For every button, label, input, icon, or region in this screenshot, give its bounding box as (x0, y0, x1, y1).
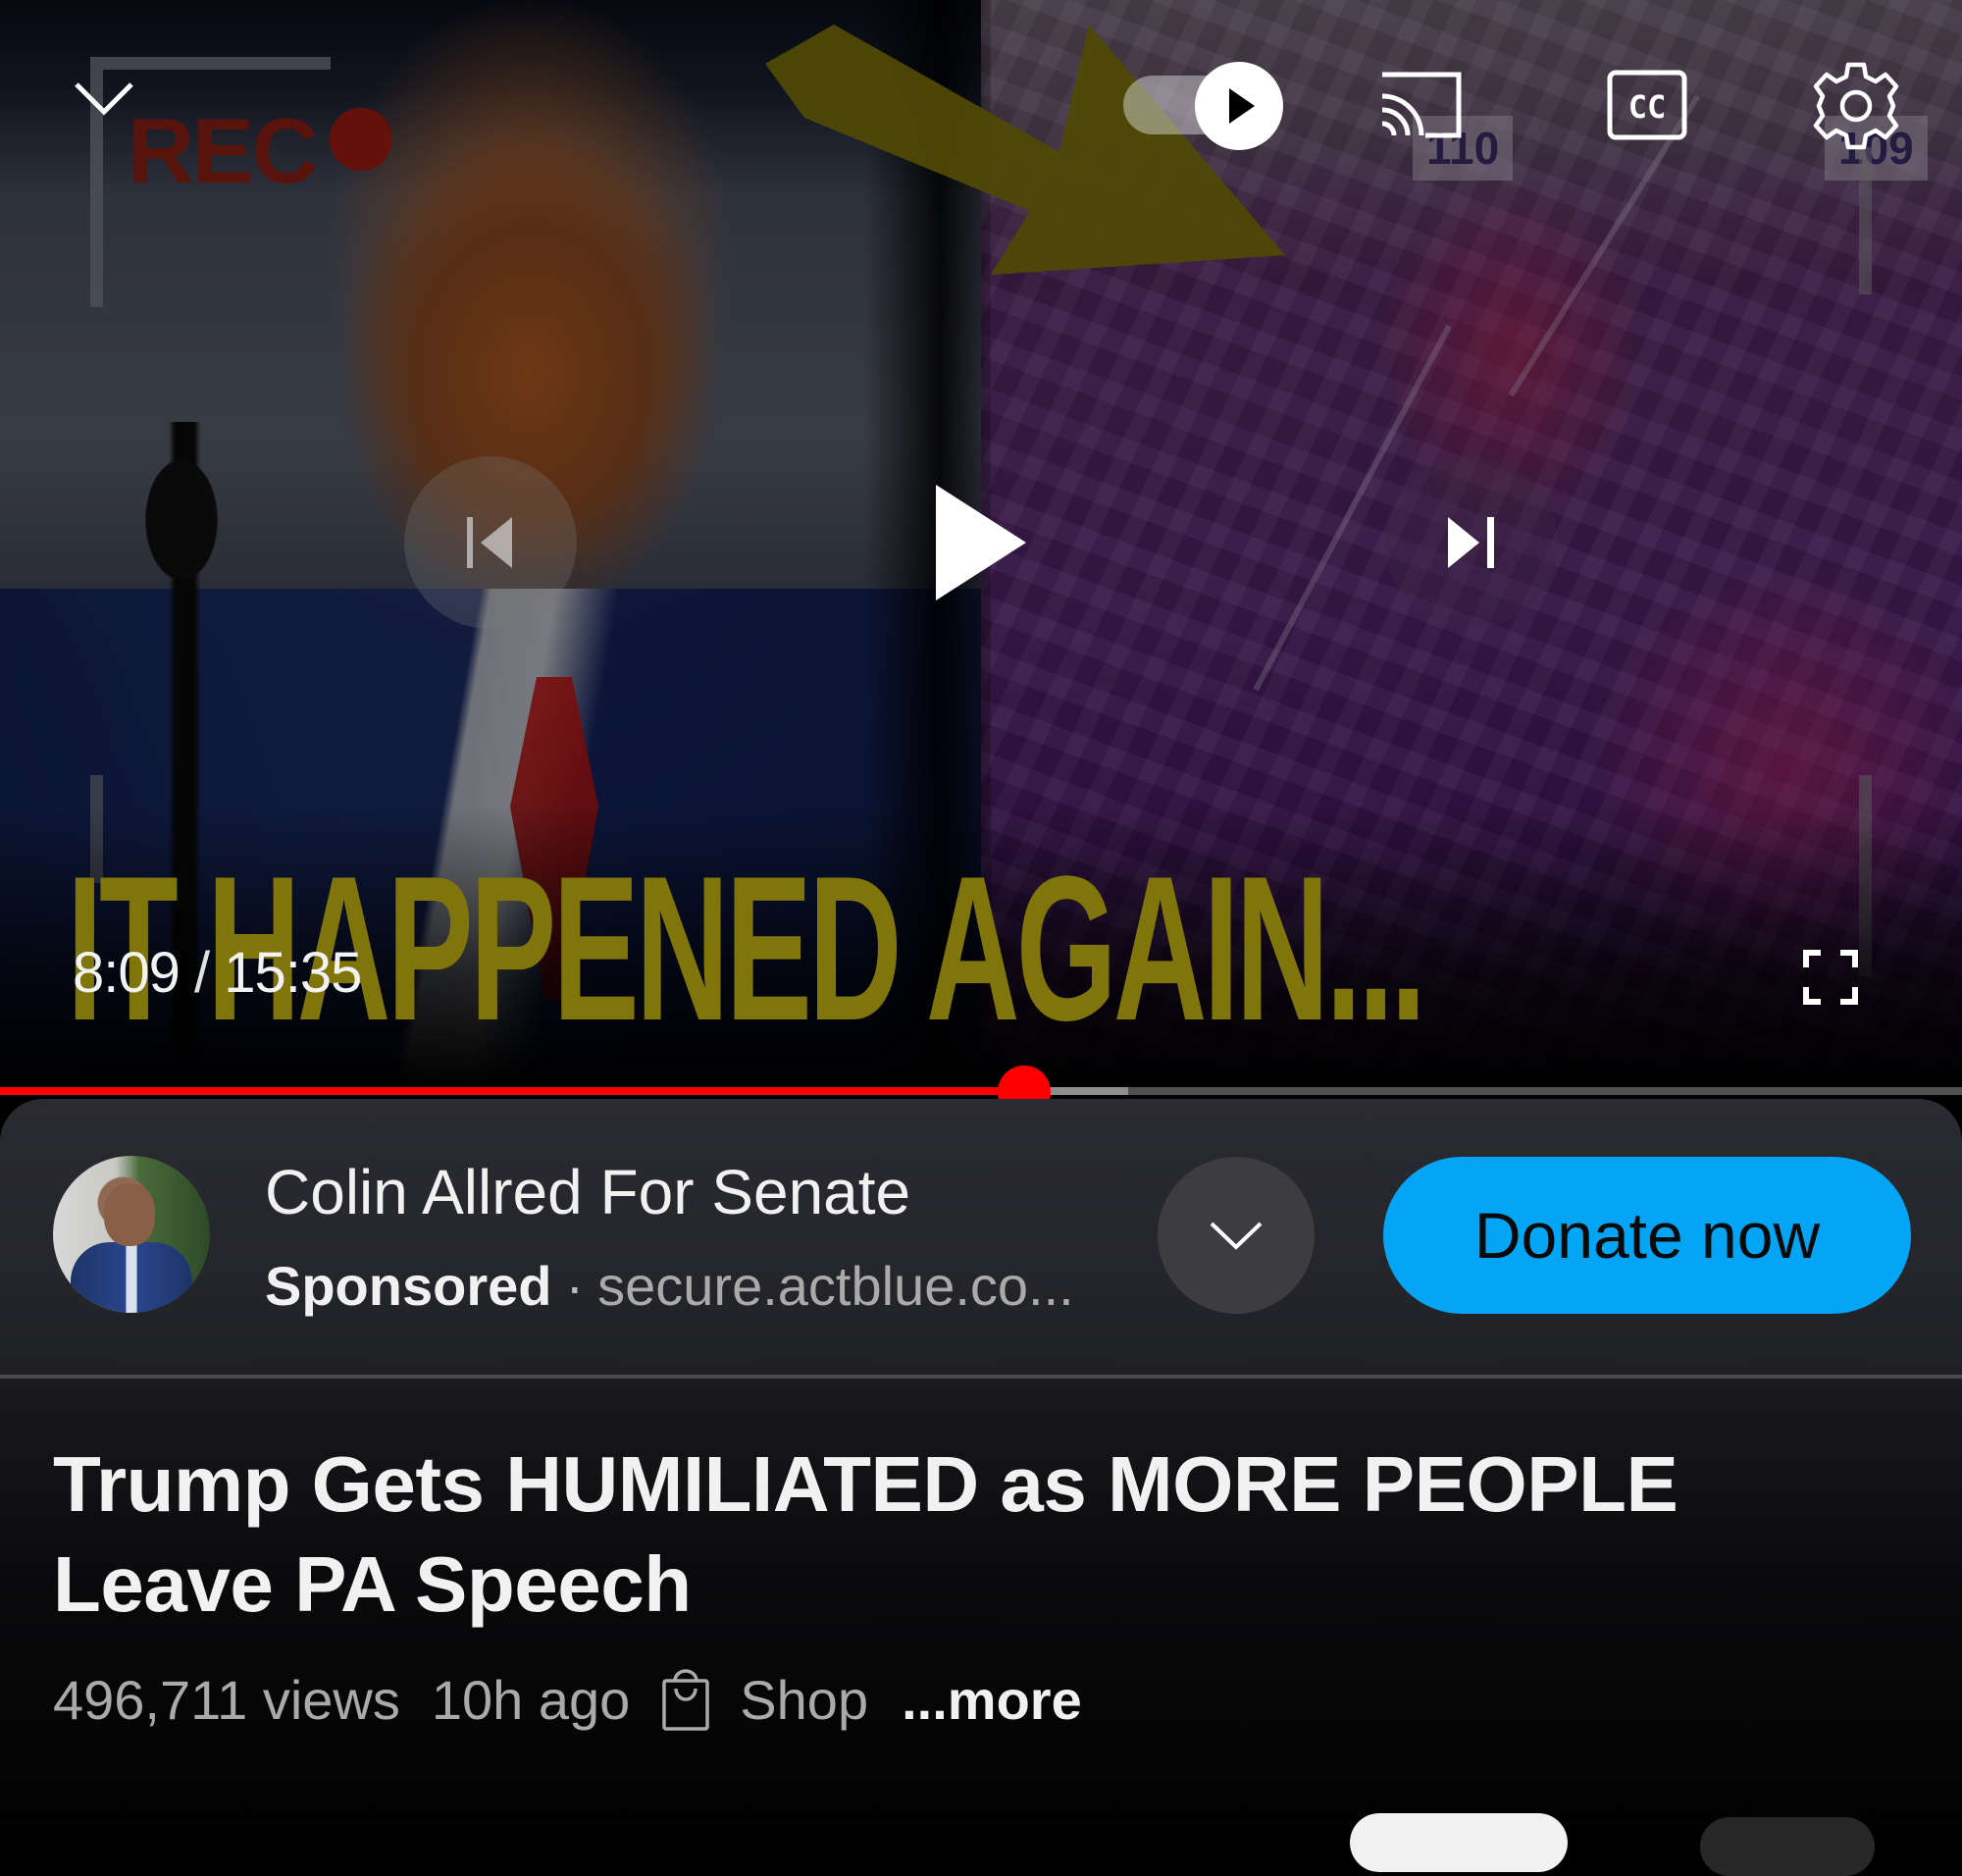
avatar-body (71, 1242, 192, 1313)
next-video-button[interactable] (1385, 456, 1558, 629)
shopping-bag-icon (662, 1668, 710, 1731)
cc-icon: CC (1607, 70, 1687, 140)
captions-button[interactable]: CC (1601, 65, 1693, 145)
time-display: 8:09 / 15:35 (73, 940, 362, 1006)
skip-previous-icon (467, 517, 512, 568)
settings-button[interactable] (1805, 55, 1907, 157)
action-chip[interactable] (1700, 1817, 1875, 1876)
separator-dot: · (565, 1255, 585, 1317)
view-count: 496,711 views (53, 1669, 400, 1731)
fullscreen-icon (1803, 950, 1858, 1005)
autoplay-toggle-icon (1229, 88, 1255, 124)
fullscreen-button[interactable] (1793, 940, 1868, 1015)
cast-icon (1381, 72, 1462, 138)
autoplay-toggle[interactable] (1118, 59, 1285, 153)
advertiser-name[interactable]: Colin Allred For Senate (265, 1156, 910, 1228)
gear-icon (1813, 62, 1899, 150)
chevron-down-icon (1210, 1222, 1263, 1250)
play-icon (936, 485, 1026, 600)
ad-subline: Sponsored · secure.actblue.co... (265, 1254, 1074, 1318)
advertiser-avatar[interactable] (53, 1156, 210, 1313)
collapse-button[interactable] (69, 71, 139, 126)
time-separator: / (194, 941, 210, 1005)
video-metadata[interactable]: 496,711 views 10h ago Shop ...more (53, 1668, 1082, 1732)
skip-next-icon (1448, 517, 1494, 568)
action-chip[interactable] (1350, 1813, 1568, 1872)
current-time: 8:09 (73, 941, 181, 1005)
duration: 15:35 (224, 941, 362, 1005)
chevron-down-icon (75, 82, 133, 116)
more-link[interactable]: ...more (902, 1668, 1082, 1732)
ad-expand-button[interactable] (1158, 1157, 1315, 1314)
autoplay-knob (1195, 62, 1283, 150)
ad-url[interactable]: secure.actblue.co... (597, 1255, 1074, 1317)
video-title[interactable]: Trump Gets HUMILIATED as MORE PEOPLE Lea… (53, 1434, 1917, 1635)
video-player[interactable]: 110 109 REC IT HAPPENED AGAIN... CC 8:09… (0, 0, 1962, 1087)
progress-played (0, 1087, 1024, 1095)
progress-bar[interactable] (0, 1066, 1962, 1119)
upload-age: 10h ago (431, 1669, 631, 1731)
previous-video-button[interactable] (404, 456, 577, 629)
play-button[interactable] (873, 432, 1089, 653)
sponsored-label: Sponsored (265, 1255, 552, 1317)
svg-text:CC: CC (1628, 88, 1667, 126)
avatar-head (104, 1183, 155, 1246)
shop-link[interactable]: Shop (740, 1668, 868, 1732)
donate-now-button[interactable]: Donate now (1383, 1157, 1911, 1314)
cast-button[interactable] (1369, 65, 1472, 145)
